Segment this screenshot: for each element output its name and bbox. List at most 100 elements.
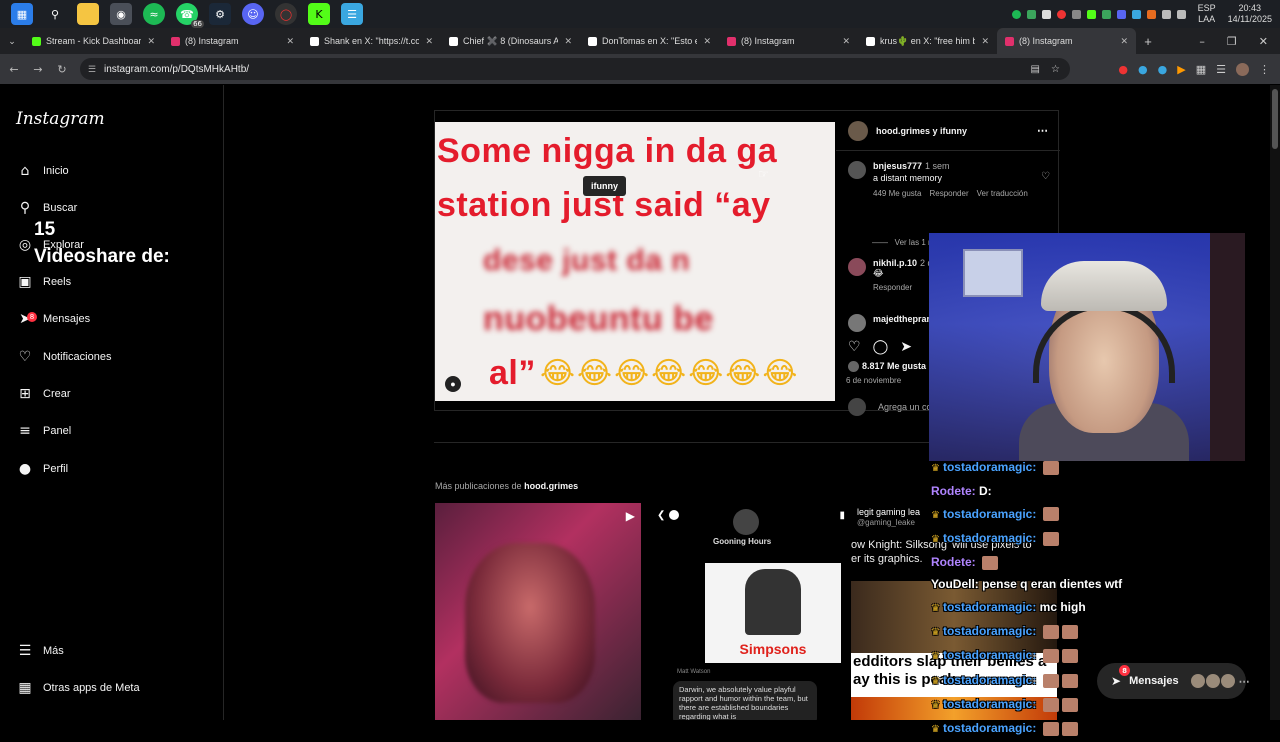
sidebar-item-reels[interactable]: ▣ Reels: [16, 270, 71, 294]
comment-like-icon[interactable]: ♡: [1041, 171, 1050, 182]
tab[interactable]: Chief ✖️ 8 (Dinosaurs Ar... ✕: [441, 28, 580, 54]
avatar[interactable]: [848, 161, 866, 179]
tab-close-icon[interactable]: ✕: [564, 36, 572, 47]
tab[interactable]: (8) Instagram ✕: [997, 28, 1136, 54]
tab[interactable]: (8) Instagram ✕: [719, 28, 858, 54]
avatar[interactable]: [848, 314, 866, 332]
tab-close-icon[interactable]: ✕: [425, 36, 433, 47]
tray-icon[interactable]: [1086, 9, 1096, 19]
sidebar-item-crear[interactable]: ⊞ Crear: [16, 382, 70, 406]
post-author[interactable]: hood.grimes y ifunny: [876, 126, 967, 136]
minimize-icon[interactable]: –: [1199, 35, 1205, 48]
comment-icon[interactable]: ◯: [873, 339, 889, 355]
menu-kebab-icon[interactable]: ⋮: [1259, 63, 1270, 76]
steam-icon[interactable]: ⚙: [209, 3, 231, 25]
sidebar-item-buscar[interactable]: ⚲ Buscar: [16, 196, 77, 220]
sidebar-item-meta-apps[interactable]: ▦ Otras apps de Meta: [16, 676, 139, 700]
add-comment-input[interactable]: Agrega un co: [848, 398, 932, 416]
reload-icon[interactable]: ↻: [50, 63, 74, 76]
extension-icon[interactable]: ●: [1158, 63, 1168, 76]
install-icon[interactable]: ▤: [1031, 64, 1040, 75]
scrollbar[interactable]: [1270, 85, 1280, 720]
discord-icon[interactable]: ☺: [242, 3, 264, 25]
like-heart-icon[interactable]: ♡: [848, 339, 861, 355]
tab[interactable]: krus🌵 en X: "free him b... ✕: [858, 28, 997, 54]
grid-post[interactable]: ▶: [435, 503, 641, 720]
extension-icon[interactable]: ●: [1138, 63, 1148, 76]
sidebar-item-panel[interactable]: ≡ Panel: [16, 419, 71, 443]
comment-likes[interactable]: 449 Me gusta: [873, 189, 921, 198]
search-icon[interactable]: ⚲: [44, 3, 66, 25]
tab-close-icon[interactable]: ✕: [286, 36, 294, 47]
reply-button[interactable]: Responder: [929, 189, 968, 198]
sidebar-item-perfil[interactable]: ● Perfil: [16, 457, 68, 481]
tab-close-icon[interactable]: ✕: [842, 36, 850, 47]
extension-icon[interactable]: ▶: [1177, 63, 1185, 76]
sidebar-item-mensajes[interactable]: ➤ 8 Mensajes: [16, 307, 90, 331]
windows-start-icon[interactable]: ▦: [11, 3, 33, 25]
tray-icon[interactable]: [1116, 9, 1126, 19]
tab[interactable]: (8) Instagram ✕: [163, 28, 302, 54]
translate-button[interactable]: Ver traducción: [977, 189, 1028, 198]
reply-button[interactable]: Responder: [873, 283, 912, 292]
tray-icon[interactable]: [1026, 9, 1036, 19]
comment-user[interactable]: nikhil.p.10: [873, 258, 917, 268]
scrollbar-thumb[interactable]: [1272, 89, 1278, 149]
sidebar-item-more[interactable]: ☰ Más: [16, 639, 64, 663]
wifi-icon[interactable]: [1161, 9, 1171, 19]
post-media[interactable]: Some nigga in da ga station just said “a…: [435, 122, 835, 401]
tray-icon[interactable]: [1101, 9, 1111, 19]
spotify-icon[interactable]: ≈: [143, 3, 165, 25]
tab-search-icon[interactable]: ⌄: [0, 36, 24, 47]
kick-icon[interactable]: K: [308, 3, 330, 25]
new-tab-button[interactable]: +: [1136, 34, 1160, 49]
tab-close-icon[interactable]: ✕: [147, 36, 155, 47]
user-tag-icon[interactable]: ●: [445, 376, 461, 392]
clock[interactable]: 20:43 14/11/2025: [1228, 3, 1272, 25]
file-explorer-icon[interactable]: [77, 3, 99, 25]
tab-close-icon[interactable]: ✕: [703, 36, 711, 47]
grid-post[interactable]: ❮ ▮ Gooning Hours Simpsons Matt Watson D…: [643, 503, 849, 720]
whatsapp-icon[interactable]: ☎ 66: [176, 3, 204, 28]
extension-icon[interactable]: ●: [1118, 63, 1128, 76]
sidebar-item-notificaciones[interactable]: ♡ Notificaciones: [16, 345, 112, 369]
tray-icon[interactable]: [1041, 9, 1051, 19]
sidebar-item-inicio[interactable]: ⌂ Inicio: [16, 159, 69, 183]
avatar[interactable]: [848, 120, 868, 141]
like-count[interactable]: 8.817 Me gusta: [848, 361, 926, 373]
messages-pill[interactable]: ➤ 8 Mensajes ⋯: [1097, 663, 1250, 699]
forward-icon[interactable]: →: [26, 63, 50, 76]
tab[interactable]: Stream - Kick Dashboard ✕: [24, 28, 163, 54]
site-info-icon[interactable]: ☰: [88, 64, 96, 75]
bookmark-star-icon[interactable]: ☆: [1051, 64, 1060, 75]
notepad-icon[interactable]: ☰: [341, 3, 363, 25]
tab[interactable]: Shank en X: "https://t.co/... ✕: [302, 28, 441, 54]
tray-icon[interactable]: [1056, 9, 1066, 19]
instagram-logo[interactable]: Instagram: [16, 109, 105, 129]
back-icon[interactable]: ←: [2, 63, 26, 76]
user-tag[interactable]: ifunny: [583, 176, 626, 196]
spotify-tray-icon[interactable]: [1011, 9, 1021, 19]
profile-avatar[interactable]: [1236, 62, 1249, 76]
tray-icon[interactable]: [1071, 9, 1081, 19]
chrome-icon[interactable]: ◉: [110, 3, 132, 25]
tab-close-icon[interactable]: ✕: [981, 36, 989, 47]
more-options-icon[interactable]: ⋯: [1037, 124, 1048, 137]
more-icon[interactable]: ⋯: [1239, 675, 1250, 688]
address-bar[interactable]: ☰ instagram.com/p/DQtsMHkAHtb/ ▤ ☆: [80, 58, 1070, 80]
close-icon[interactable]: ✕: [1259, 35, 1268, 48]
share-send-icon[interactable]: ➤: [900, 339, 912, 355]
volume-icon[interactable]: [1176, 9, 1186, 19]
comment-user[interactable]: bnjesus777: [873, 161, 922, 171]
avatar[interactable]: [848, 258, 866, 276]
more-posts-user[interactable]: hood.grimes: [524, 481, 578, 491]
tray-icon[interactable]: [1131, 9, 1141, 19]
extensions-puzzle-icon[interactable]: ▦: [1196, 63, 1206, 76]
tab-close-icon[interactable]: ✕: [1120, 36, 1128, 47]
restore-icon[interactable]: ❐: [1227, 35, 1237, 48]
tab[interactable]: DonTomas en X: "Esto es... ✕: [580, 28, 719, 54]
media-icon[interactable]: ☰: [1216, 63, 1226, 76]
comment-user[interactable]: majedthepran: [873, 314, 932, 324]
app-icon[interactable]: ◯: [275, 3, 297, 25]
tray-icon[interactable]: [1146, 9, 1156, 19]
